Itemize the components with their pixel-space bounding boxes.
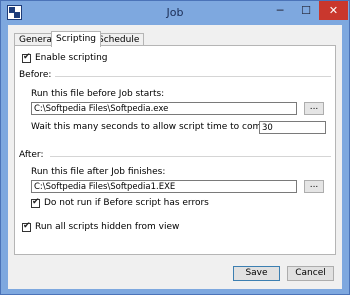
tab-scripting[interactable]: Scripting — [51, 31, 102, 47]
close-button[interactable]: ✕ — [319, 1, 348, 20]
skip-on-error-checkbox[interactable] — [31, 197, 40, 208]
before-browse-button[interactable]: ... — [304, 102, 324, 115]
wait-seconds-input[interactable]: 30 — [259, 121, 326, 134]
wait-seconds-label: Wait this many seconds to allow script t… — [31, 122, 288, 132]
scripting-panel: Enable scripting Before: Run this file b… — [14, 45, 336, 255]
after-browse-button[interactable]: ... — [304, 180, 324, 193]
enable-scripting-label: Enable scripting — [35, 53, 108, 63]
save-button[interactable]: Save — [233, 266, 280, 281]
cancel-button[interactable]: Cancel — [287, 266, 334, 281]
job-window: Job ─ ☐ ✕ General Scripting Schedule Ena… — [0, 0, 350, 295]
title-bar[interactable]: Job ─ ☐ ✕ — [1, 1, 349, 25]
after-divider — [50, 156, 331, 157]
dialog-client: General Scripting Schedule Enable script… — [8, 25, 342, 289]
after-run-label: Run this file after Job finishes: — [31, 167, 166, 177]
after-file-input[interactable]: C:\Softpedia Files\Softpedia1.EXE — [31, 180, 297, 193]
skip-on-error-label: Do not run if Before script has errors — [44, 198, 209, 208]
before-run-label: Run this file before Job starts: — [31, 89, 165, 99]
run-hidden-checkbox[interactable] — [22, 221, 31, 232]
before-file-input[interactable]: C:\Softpedia Files\Softpedia.exe — [31, 102, 297, 115]
enable-scripting-checkbox[interactable] — [22, 52, 31, 63]
run-hidden-label: Run all scripts hidden from view — [35, 222, 180, 232]
maximize-button[interactable]: ☐ — [293, 1, 319, 20]
after-heading: After: — [19, 150, 44, 160]
before-heading: Before: — [19, 70, 52, 80]
before-divider — [55, 76, 331, 77]
minimize-button[interactable]: ─ — [267, 1, 293, 20]
